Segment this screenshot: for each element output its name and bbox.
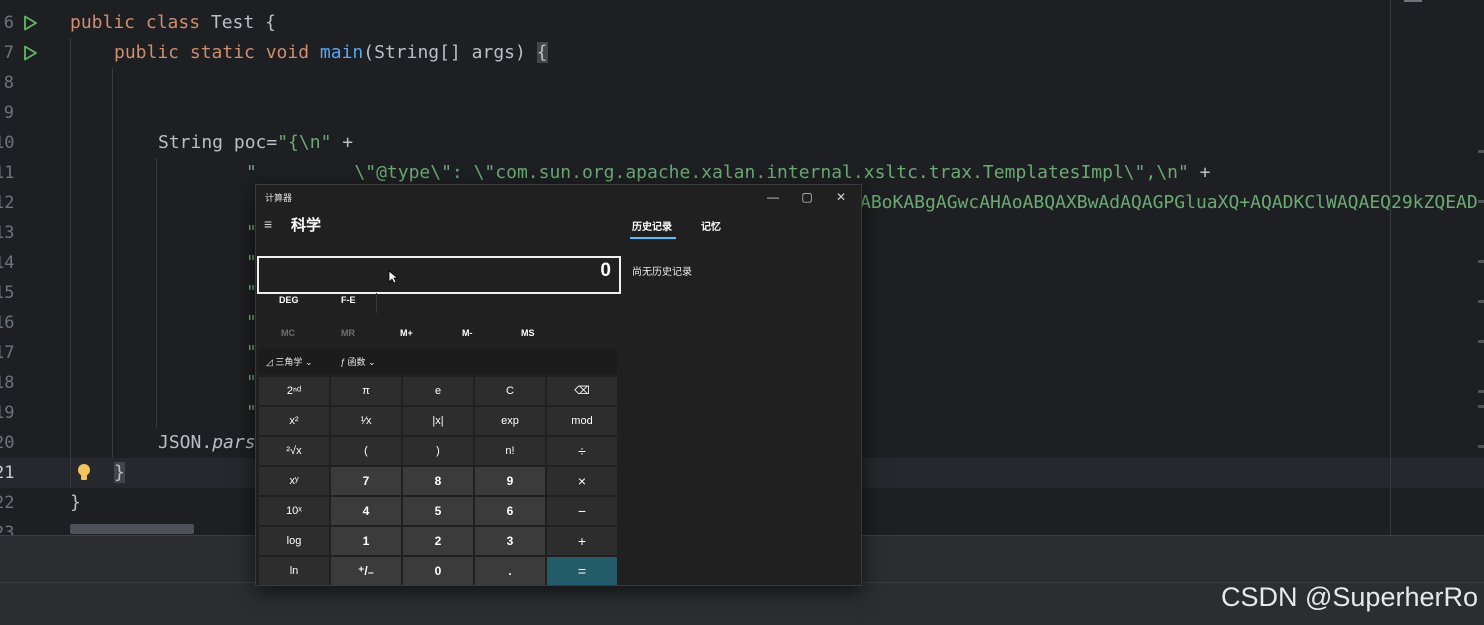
negate-key[interactable]: ⁺/₋ <box>331 557 401 585</box>
subtract-key[interactable]: − <box>547 497 617 525</box>
right-margin-guide <box>1390 0 1391 535</box>
line-number: 16 <box>0 313 15 333</box>
window-title: 计算器 <box>265 193 293 203</box>
line-number: 14 <box>0 253 15 273</box>
memory-clear-button[interactable]: MC <box>281 328 295 338</box>
active-tab-indicator <box>630 237 676 239</box>
maximize-button[interactable]: ▢ <box>790 185 824 209</box>
ln-key[interactable]: ln <box>259 557 329 585</box>
absolute-key[interactable]: |x| <box>403 407 473 435</box>
equals-key[interactable]: = <box>547 557 617 585</box>
line-number: 9 <box>3 103 14 123</box>
run-class-icon[interactable] <box>22 15 38 31</box>
memory-recall-button[interactable]: MR <box>341 328 355 338</box>
line-number: 21 <box>0 463 15 483</box>
menu-icon[interactable]: ≡ <box>264 216 272 232</box>
trigonometry-menu[interactable]: ◿ 三角学 ⌄ <box>266 355 312 368</box>
exp-key[interactable]: exp <box>475 407 545 435</box>
line-number: 19 <box>0 403 15 423</box>
line-number: 6 <box>3 13 14 33</box>
digit-0-key[interactable]: 0 <box>403 557 473 585</box>
digit-1-key[interactable]: 1 <box>331 527 401 555</box>
digit-8-key[interactable]: 8 <box>403 467 473 495</box>
code-line-main-decl: public static void main(String[] args) { <box>114 42 548 63</box>
display-value: 0 <box>600 260 611 281</box>
code-line-class-decl: public class Test { <box>70 12 276 33</box>
indent-guide <box>112 68 113 458</box>
e-key[interactable]: e <box>403 377 473 405</box>
history-empty-message: 尚无历史记录 <box>632 267 692 278</box>
decimal-key[interactable]: . <box>475 557 545 585</box>
digit-9-key[interactable]: 9 <box>475 467 545 495</box>
line-number: 10 <box>0 133 15 153</box>
square-root-key[interactable]: ²√x <box>259 437 329 465</box>
log-key[interactable]: log <box>259 527 329 555</box>
line-number: 22 <box>0 493 15 513</box>
horizontal-scrollbar[interactable] <box>70 524 194 534</box>
memory-subtract-button[interactable]: M- <box>462 328 473 338</box>
power-key[interactable]: xʸ <box>259 467 329 495</box>
mode-separator <box>376 293 377 313</box>
tab-memory[interactable]: 记忆 <box>701 218 721 233</box>
reciprocal-key[interactable]: ¹⁄x <box>331 407 401 435</box>
line-number: 11 <box>0 163 15 183</box>
code-line-close-main: } <box>114 462 125 483</box>
function-menu-row: ◿ 三角学 ⌄ ƒ 函数 ⌄ <box>258 348 617 374</box>
factorial-key[interactable]: n! <box>475 437 545 465</box>
line-number: 13 <box>0 223 15 243</box>
line-number: 23 <box>0 523 15 535</box>
close-button[interactable]: ✕ <box>824 185 858 209</box>
digit-4-key[interactable]: 4 <box>331 497 401 525</box>
memory-add-button[interactable]: M+ <box>400 328 413 338</box>
code-line-close-class: } <box>70 492 81 513</box>
minimize-button[interactable]: — <box>756 185 790 209</box>
watermark: CSDN @SuperherRo <box>1220 582 1478 612</box>
divide-key[interactable]: ÷ <box>547 437 617 465</box>
digit-3-key[interactable]: 3 <box>475 527 545 555</box>
indent-guide <box>156 158 157 428</box>
clear-key[interactable]: C <box>475 377 545 405</box>
open-paren-key[interactable]: ( <box>331 437 401 465</box>
digit-6-key[interactable]: 6 <box>475 497 545 525</box>
result-display: 0 <box>257 256 621 294</box>
digit-7-key[interactable]: 7 <box>331 467 401 495</box>
add-key[interactable]: + <box>547 527 617 555</box>
code-line-poc-decl: String poc="{\n" + <box>158 132 354 153</box>
second-function-key[interactable]: 2ⁿᵈ <box>259 377 329 405</box>
line-number: 17 <box>0 343 15 363</box>
code-line-json-parse: JSON.pars <box>158 432 256 453</box>
digit-2-key[interactable]: 2 <box>403 527 473 555</box>
line-number: 18 <box>0 373 15 393</box>
line-number: 15 <box>0 283 15 303</box>
line-number: 20 <box>0 433 15 453</box>
backspace-key[interactable]: ⌫ <box>547 377 617 405</box>
editor-corner-indicator <box>1404 0 1422 2</box>
ten-power-key[interactable]: 10ˣ <box>259 497 329 525</box>
calculator-window[interactable]: 计算器 — ▢ ✕ ≡ 科学 0 DEG F-E MC MR M+ M- MS … <box>255 184 862 586</box>
fe-button[interactable]: F-E <box>341 295 356 305</box>
square-key[interactable]: x² <box>259 407 329 435</box>
deg-button[interactable]: DEG <box>279 295 299 305</box>
mod-key[interactable]: mod <box>547 407 617 435</box>
line-number: 8 <box>3 73 14 93</box>
functions-menu[interactable]: ƒ 函数 ⌄ <box>340 355 376 368</box>
line-number: 7 <box>3 43 14 63</box>
lightbulb-icon[interactable] <box>76 463 92 483</box>
mouse-pointer-icon <box>388 270 398 284</box>
close-paren-key[interactable]: ) <box>403 437 473 465</box>
run-main-icon[interactable] <box>22 45 38 61</box>
indent-guide <box>70 38 71 488</box>
multiply-key[interactable]: × <box>547 467 617 495</box>
calculator-mode-title: 科学 <box>291 217 322 234</box>
digit-5-key[interactable]: 5 <box>403 497 473 525</box>
line-number: 12 <box>0 193 15 213</box>
pi-key[interactable]: π <box>331 377 401 405</box>
memory-store-button[interactable]: MS <box>521 328 535 338</box>
tab-history[interactable]: 历史记录 <box>632 218 672 233</box>
code-line-bytecodes: ABoKABgAGwcAHAoABQAXBwAdAQAGPGluaXQ+AQAD… <box>860 192 1478 213</box>
